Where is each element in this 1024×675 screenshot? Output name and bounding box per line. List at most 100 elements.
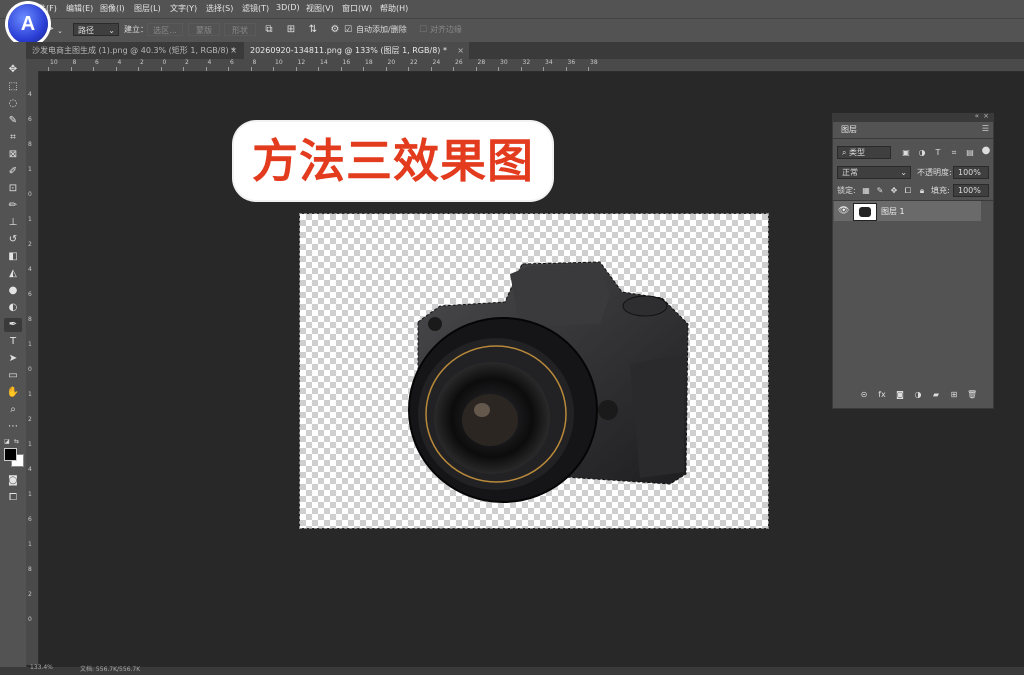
- screen-mode-icon[interactable]: ⧠: [4, 491, 22, 505]
- ruler-tick: [475, 67, 477, 71]
- chevron-down-icon: ⌄: [900, 168, 907, 177]
- path-mode-dropdown[interactable]: 路径 ⌄: [73, 23, 119, 36]
- close-icon[interactable]: ×: [230, 42, 237, 59]
- selection-button[interactable]: 选区...: [147, 23, 183, 36]
- blend-mode-dropdown[interactable]: 正常 ⌄: [837, 166, 911, 179]
- rectangle-tool-icon[interactable]: ▭: [4, 369, 22, 383]
- ruler-tick-label: 6: [95, 59, 99, 66]
- paint-bucket-tool-icon[interactable]: ◭: [4, 267, 22, 281]
- menu-image[interactable]: 图像(I): [100, 3, 125, 14]
- document-size: 文档: 556.7K/556.7K: [80, 666, 141, 673]
- quick-select-tool-icon[interactable]: ✎: [4, 114, 22, 128]
- layer-name[interactable]: 图层 1: [881, 205, 905, 218]
- ruler-tick-label: 8: [252, 59, 257, 66]
- pen-tool-icon[interactable]: ✒: [4, 318, 22, 332]
- foreground-color-swatch[interactable]: [4, 448, 17, 461]
- healing-brush-tool-icon[interactable]: ⊡: [4, 182, 22, 196]
- adjustment-filter-icon[interactable]: ◑: [917, 148, 927, 158]
- mask-button[interactable]: 蒙版: [188, 23, 220, 36]
- lock-artboard-icon[interactable]: ⧠: [903, 186, 913, 196]
- fill-input[interactable]: 100%: [953, 184, 989, 197]
- layer-row[interactable]: 👁︎ 图层 1: [834, 201, 981, 221]
- blur-tool-icon[interactable]: ●: [4, 284, 22, 298]
- menu-type[interactable]: 文字(Y): [170, 3, 197, 14]
- tab-layers[interactable]: 图层: [835, 122, 863, 138]
- swap-colors-icon[interactable]: ⇆: [14, 438, 22, 445]
- move-tool-icon[interactable]: ✥: [4, 63, 22, 77]
- menu-filter[interactable]: 滤镜(T): [242, 3, 269, 14]
- default-colors-icon[interactable]: ◪: [4, 438, 12, 445]
- zoom-tool-icon[interactable]: ⌕: [4, 403, 22, 417]
- filter-toggle-icon[interactable]: ●: [981, 146, 991, 156]
- ruler-tick-label: 1: [28, 341, 32, 348]
- new-layer-icon[interactable]: ⊞: [949, 390, 959, 400]
- lock-position-icon[interactable]: ✥: [889, 186, 899, 196]
- marquee-tool-icon[interactable]: ⬚: [4, 80, 22, 94]
- ruler-tick-label: 20: [387, 59, 396, 66]
- lock-image-icon[interactable]: ✎: [875, 186, 885, 196]
- trash-icon[interactable]: 🗑︎: [967, 390, 977, 400]
- auto-add-delete-checkbox[interactable]: ☑: [343, 24, 353, 36]
- lock-label: 锁定:: [837, 186, 856, 195]
- auto-add-delete-label: 自动添加/删除: [356, 25, 407, 34]
- ruler-tick-label: 10: [50, 59, 58, 66]
- fx-icon[interactable]: fx: [877, 390, 887, 400]
- opacity-input[interactable]: 100%: [953, 166, 989, 179]
- collapse-icon[interactable]: «: [975, 112, 979, 120]
- add-mask-icon[interactable]: ◙: [895, 390, 905, 400]
- frame-tool-icon[interactable]: ⊠: [4, 148, 22, 162]
- clone-stamp-tool-icon[interactable]: ⊥: [4, 216, 22, 230]
- tab-document-2[interactable]: 20260920-134811.png @ 133% (图层 1, RGB/8)…: [244, 42, 469, 59]
- app-logo: A: [8, 4, 48, 44]
- document-tabs: 沙发电商主图生成 (1).png @ 40.3% (矩形 1, RGB/8) *…: [26, 42, 1024, 59]
- menu-help[interactable]: 帮助(H): [380, 3, 408, 14]
- ruler-tick: [115, 67, 117, 71]
- menu-edit[interactable]: 编辑(E): [66, 3, 93, 14]
- lock-transparency-icon[interactable]: ▦: [861, 186, 871, 196]
- menu-3d[interactable]: 3D(D): [276, 3, 300, 12]
- shape-button[interactable]: 形状: [224, 23, 256, 36]
- blend-mode-value: 正常: [842, 168, 858, 177]
- brush-tool-icon[interactable]: ✏: [4, 199, 22, 213]
- link-layers-icon[interactable]: ⊝: [859, 390, 869, 400]
- close-icon[interactable]: ×: [457, 42, 464, 59]
- layer-filter-dropdown[interactable]: ⌕ 类型: [837, 146, 891, 159]
- menu-select[interactable]: 选择(S): [206, 3, 233, 14]
- menu-window[interactable]: 窗口(W): [342, 3, 372, 14]
- lock-all-icon[interactable]: 🔒︎: [917, 186, 927, 196]
- dodge-tool-icon[interactable]: ◐: [4, 301, 22, 315]
- path-alignment-icon[interactable]: ⊞: [284, 24, 298, 36]
- adjustment-layer-icon[interactable]: ◑: [913, 390, 923, 400]
- build-label: 建立：: [124, 25, 148, 34]
- document-canvas[interactable]: [299, 213, 769, 529]
- ruler-tick-label: 18: [365, 59, 373, 66]
- eye-icon[interactable]: 👁︎: [838, 206, 849, 216]
- hand-tool-icon[interactable]: ✋: [4, 386, 22, 400]
- gear-icon[interactable]: ⚙: [328, 24, 342, 36]
- eraser-tool-icon[interactable]: ◧: [4, 250, 22, 264]
- align-edges-checkbox[interactable]: ☐: [418, 24, 428, 36]
- menu-layer[interactable]: 图层(L): [134, 3, 161, 14]
- path-arrangement-icon[interactable]: ⇅: [306, 24, 320, 36]
- shape-filter-icon[interactable]: ⌗: [949, 148, 959, 158]
- type-tool-icon[interactable]: T: [4, 335, 22, 349]
- path-select-tool-icon[interactable]: ➤: [4, 352, 22, 366]
- folder-icon[interactable]: ▰: [931, 390, 941, 400]
- quick-mask-icon[interactable]: ◙: [4, 474, 22, 488]
- menu-view[interactable]: 视图(V): [306, 3, 334, 14]
- history-brush-tool-icon[interactable]: ↺: [4, 233, 22, 247]
- eyedropper-tool-icon[interactable]: ✐: [4, 165, 22, 179]
- chevron-down-icon[interactable]: ⌄: [56, 25, 64, 37]
- lasso-tool-icon[interactable]: ◌: [4, 97, 22, 111]
- pixel-filter-icon[interactable]: ▣: [901, 148, 911, 158]
- close-icon[interactable]: ×: [983, 112, 989, 120]
- type-filter-icon[interactable]: T: [933, 148, 943, 158]
- zoom-level[interactable]: 133.4%: [30, 664, 53, 671]
- panel-menu-icon[interactable]: ☰: [982, 124, 989, 133]
- ruler-tick-label: 22: [410, 59, 418, 66]
- more-tools-icon[interactable]: ⋯: [4, 420, 22, 434]
- smart-object-filter-icon[interactable]: ▤: [965, 148, 975, 158]
- path-operations-icon[interactable]: ⧉: [262, 24, 276, 36]
- crop-tool-icon[interactable]: ⌗: [4, 131, 22, 145]
- tab-document-1[interactable]: 沙发电商主图生成 (1).png @ 40.3% (矩形 1, RGB/8) *…: [26, 42, 242, 59]
